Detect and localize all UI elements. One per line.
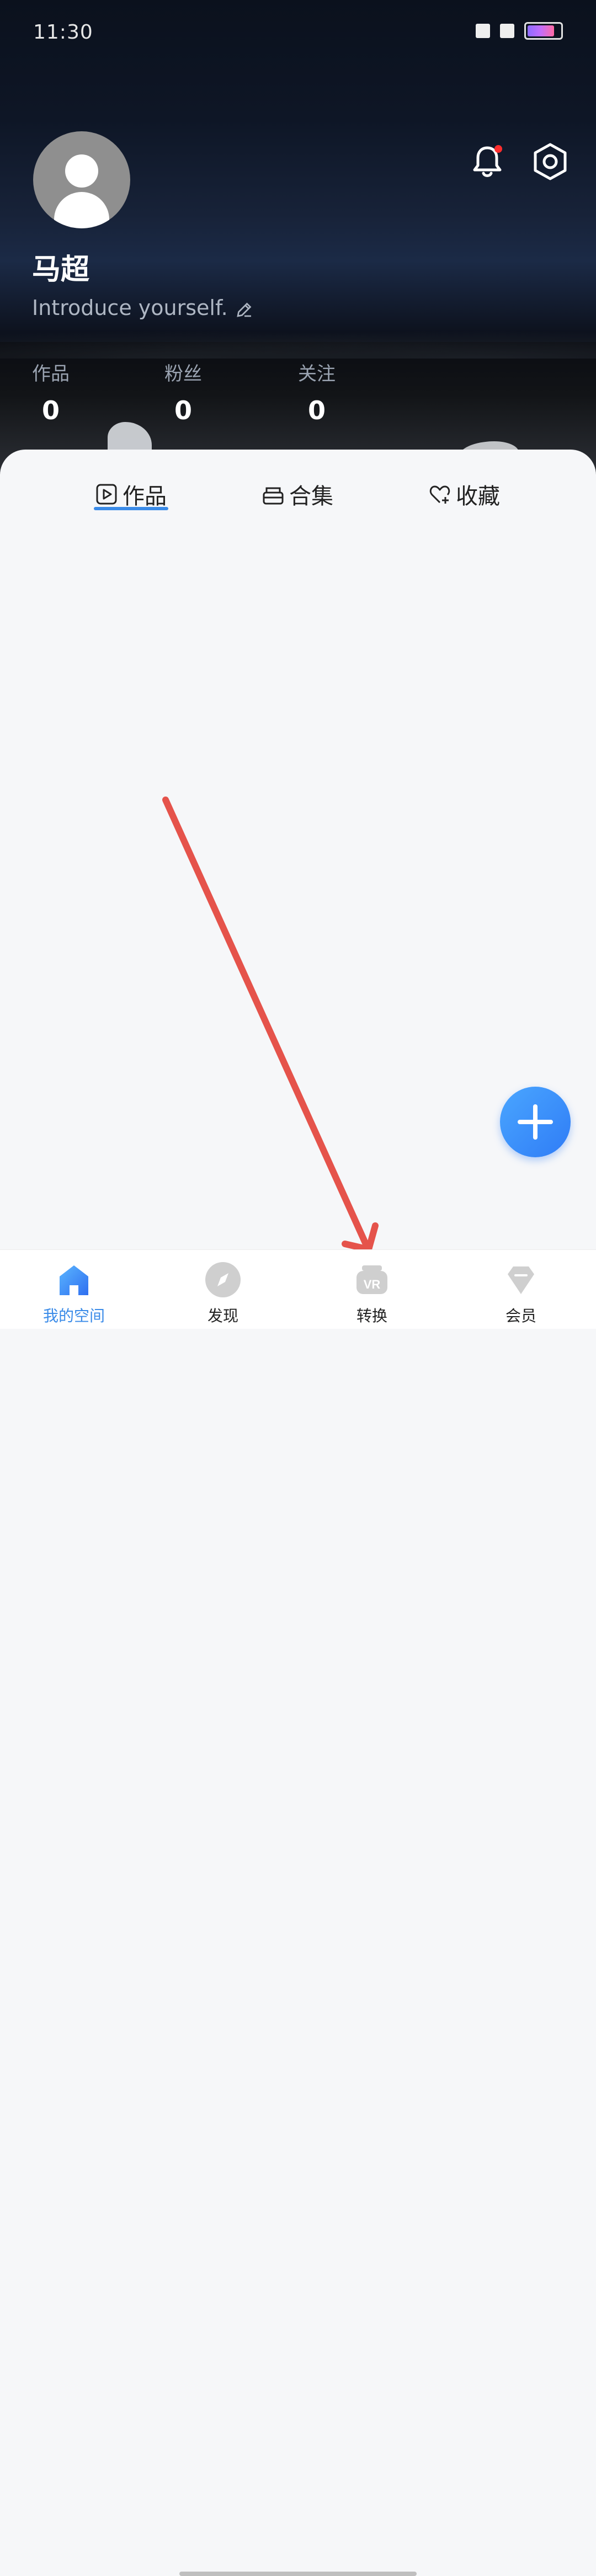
nav-member[interactable]: 会员 bbox=[466, 1261, 576, 1326]
profile-tabs: 作品 合集 收藏 bbox=[0, 478, 596, 522]
home-icon bbox=[60, 1265, 88, 1295]
tab-works[interactable]: 作品 bbox=[95, 478, 167, 510]
stat-value: 0 bbox=[307, 396, 326, 425]
avatar[interactable] bbox=[33, 131, 130, 228]
bottom-nav: 我的空间 发现 VR 转换 会员 bbox=[0, 1249, 596, 2576]
nav-label: 发现 bbox=[207, 1307, 238, 1325]
notification-dot bbox=[494, 145, 502, 153]
stat-label: 作品 bbox=[32, 363, 70, 385]
avatar-body bbox=[54, 192, 109, 228]
stat-label: 关注 bbox=[298, 363, 336, 385]
home-indicator bbox=[179, 2572, 417, 2576]
nav-label: 转换 bbox=[356, 1307, 387, 1325]
battery-icon bbox=[524, 22, 563, 40]
nav-my-space[interactable]: 我的空间 bbox=[19, 1261, 129, 1326]
compass-icon bbox=[205, 1262, 241, 1297]
nav-label: 会员 bbox=[505, 1307, 536, 1325]
status-bar: 11:30 bbox=[0, 0, 596, 66]
tab-label: 作品 bbox=[123, 484, 167, 509]
profile-name: 马超 bbox=[32, 253, 90, 286]
settings-gear-icon[interactable] bbox=[531, 142, 570, 181]
diamond-icon bbox=[508, 1266, 534, 1294]
nav-convert[interactable]: VR 转换 bbox=[317, 1261, 427, 1326]
play-square-icon bbox=[96, 484, 117, 505]
status-time: 11:30 bbox=[33, 21, 93, 44]
heart-plus-icon bbox=[429, 485, 450, 504]
svg-text:VR: VR bbox=[364, 1278, 381, 1291]
profile-bio-text: Introduce yourself. bbox=[32, 296, 228, 320]
active-tab-indicator bbox=[94, 507, 168, 510]
header-actions bbox=[468, 142, 570, 181]
bell-icon[interactable] bbox=[468, 142, 507, 181]
tab-favorites[interactable]: 收藏 bbox=[428, 478, 500, 510]
wifi-icon bbox=[500, 24, 514, 38]
stat-works[interactable]: 作品 0 bbox=[32, 359, 70, 425]
tab-collections[interactable]: 合集 bbox=[262, 478, 333, 510]
tab-label: 收藏 bbox=[456, 484, 500, 509]
profile-bio[interactable]: Introduce yourself. bbox=[32, 296, 254, 320]
stat-value: 0 bbox=[41, 396, 60, 425]
edit-pencil-icon[interactable] bbox=[235, 300, 254, 319]
avatar-head bbox=[65, 154, 98, 188]
nav-discover[interactable]: 发现 bbox=[168, 1261, 278, 1326]
stack-icon bbox=[263, 487, 284, 505]
status-icons bbox=[476, 22, 563, 40]
tab-label: 合集 bbox=[289, 484, 333, 509]
nav-label: 我的空间 bbox=[42, 1307, 105, 1325]
stat-value: 0 bbox=[174, 396, 192, 425]
stat-label: 粉丝 bbox=[164, 363, 202, 385]
stat-following[interactable]: 关注 0 bbox=[298, 359, 336, 425]
vr-icon: VR bbox=[356, 1265, 387, 1294]
signal-icon bbox=[476, 24, 490, 38]
stat-followers[interactable]: 粉丝 0 bbox=[164, 359, 202, 425]
create-fab-button[interactable] bbox=[500, 1087, 571, 1157]
